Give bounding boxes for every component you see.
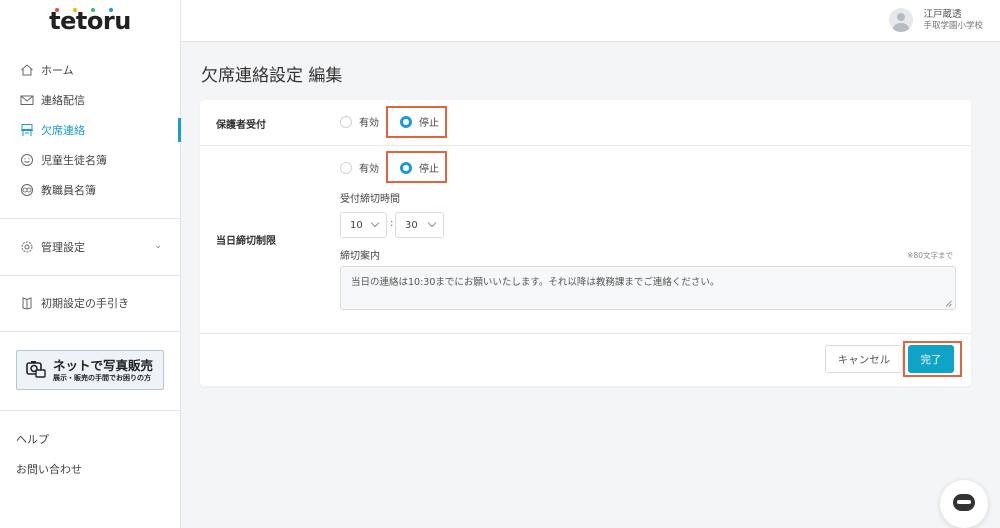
hour-value: 10 — [350, 219, 363, 231]
book-icon — [19, 296, 34, 311]
sidebar-item-messages[interactable]: 連絡配信 — [0, 85, 180, 115]
radio-label: 有効 — [359, 164, 379, 175]
sidebar-item-label: 管理設定 — [41, 241, 85, 254]
radio-circle — [340, 115, 352, 128]
guardian-row: 保護者受付 有効 停止 — [200, 100, 971, 146]
radio-circle — [340, 161, 352, 174]
divider — [0, 218, 180, 219]
sidebar-item-label: ホーム — [41, 64, 74, 77]
banner-title: ネットで写真販売 — [53, 357, 154, 373]
sidebar-item-students[interactable]: 児童生徒名簿 — [0, 145, 180, 175]
camera-icon — [25, 358, 47, 383]
chat-icon — [953, 494, 975, 511]
desk-icon — [19, 123, 34, 138]
help-link[interactable]: ヘルプ — [0, 424, 180, 454]
sidebar-item-label: 教職員名簿 — [41, 184, 96, 197]
same-day-label: 当日締切制限 — [216, 236, 276, 247]
sidebar-item-label: 児童生徒名簿 — [41, 154, 107, 167]
chevron-down-icon — [370, 218, 380, 228]
same-day-enable-radio[interactable]: 有効 — [340, 160, 379, 175]
highlight-box — [386, 106, 447, 138]
faces-icon — [19, 183, 34, 198]
guardian-label: 保護者受付 — [216, 120, 266, 131]
minute-select[interactable]: 30 — [395, 212, 444, 238]
radio-label: 有効 — [359, 118, 379, 129]
divider — [0, 410, 180, 411]
user-name: 江戸蔵透 — [923, 8, 962, 20]
sidebar-item-label: 連絡配信 — [41, 94, 85, 107]
avatar — [889, 8, 914, 32]
sidebar-item-guide[interactable]: 初期設定の手引き — [0, 288, 180, 318]
sidebar-item-home[interactable]: ホーム — [0, 55, 180, 85]
page-title: 欠席連絡設定 編集 — [201, 66, 343, 86]
home-icon — [19, 63, 34, 78]
header: 江戸蔵透 手取学園小学校 — [181, 0, 1000, 42]
highlight-box — [903, 341, 962, 377]
smile-icon — [19, 153, 34, 168]
chevron-down-icon: ⌄ — [154, 241, 162, 251]
guardian-enable-radio[interactable]: 有効 — [340, 114, 379, 129]
school-name: 手取学園小学校 — [923, 20, 983, 31]
contact-link[interactable]: お問い合わせ — [0, 454, 180, 484]
gear-icon — [19, 240, 34, 255]
notice-textarea[interactable]: 当日の連絡は10:30までにお願いいたします。それ以降は教務課までご連絡ください… — [340, 266, 956, 310]
sidebar: tetoru ホーム 連絡配信 欠席連絡 児童生徒名簿 教職員名簿 管理設定 ⌄… — [0, 0, 181, 528]
banner-subtitle: 展示・販売の手間でお困りの方 — [53, 373, 151, 382]
hour-select[interactable]: 10 — [340, 212, 387, 238]
sidebar-item-label: 初期設定の手引き — [41, 297, 129, 310]
deadline-label: 受付締切時間 — [340, 194, 400, 205]
chevron-down-icon — [427, 218, 437, 228]
logo[interactable]: tetoru — [0, 0, 180, 42]
mail-icon — [19, 93, 34, 108]
cancel-button[interactable]: キャンセル — [825, 345, 903, 373]
settings-card: 保護者受付 有効 停止 当日締切制限 有効 停止 受付締切時間 10: 30 … — [200, 100, 971, 386]
same-day-row: 当日締切制限 有効 停止 受付締切時間 10 : 30 締切案内 ※80文字まで… — [200, 146, 971, 334]
logo-dots — [55, 8, 113, 12]
minute-value: 30 — [405, 219, 418, 231]
resize-handle-icon[interactable] — [945, 299, 952, 307]
sidebar-item-settings[interactable]: 管理設定 ⌄ — [0, 232, 180, 262]
notice-text: 当日の連絡は10:30までにお願いいたします。それ以降は教務課までご連絡ください… — [351, 277, 720, 288]
sidebar-item-absence[interactable]: 欠席連絡 — [0, 115, 181, 145]
char-limit-note: ※80文字まで — [907, 251, 953, 260]
photo-sales-banner[interactable]: ネットで写真販売 展示・販売の手間でお困りの方 — [16, 350, 164, 390]
sidebar-nav: ホーム 連絡配信 欠席連絡 児童生徒名簿 教職員名簿 — [0, 42, 181, 205]
sidebar-item-staff[interactable]: 教職員名簿 — [0, 175, 180, 205]
sidebar-item-label: 欠席連絡 — [41, 124, 85, 137]
user-menu[interactable]: 江戸蔵透 手取学園小学校 — [889, 8, 983, 32]
chat-button[interactable] — [940, 480, 988, 528]
time-separator: : — [390, 218, 394, 229]
divider — [0, 275, 180, 276]
divider — [0, 331, 180, 332]
notice-label: 締切案内 — [340, 251, 380, 262]
highlight-box — [386, 151, 447, 183]
